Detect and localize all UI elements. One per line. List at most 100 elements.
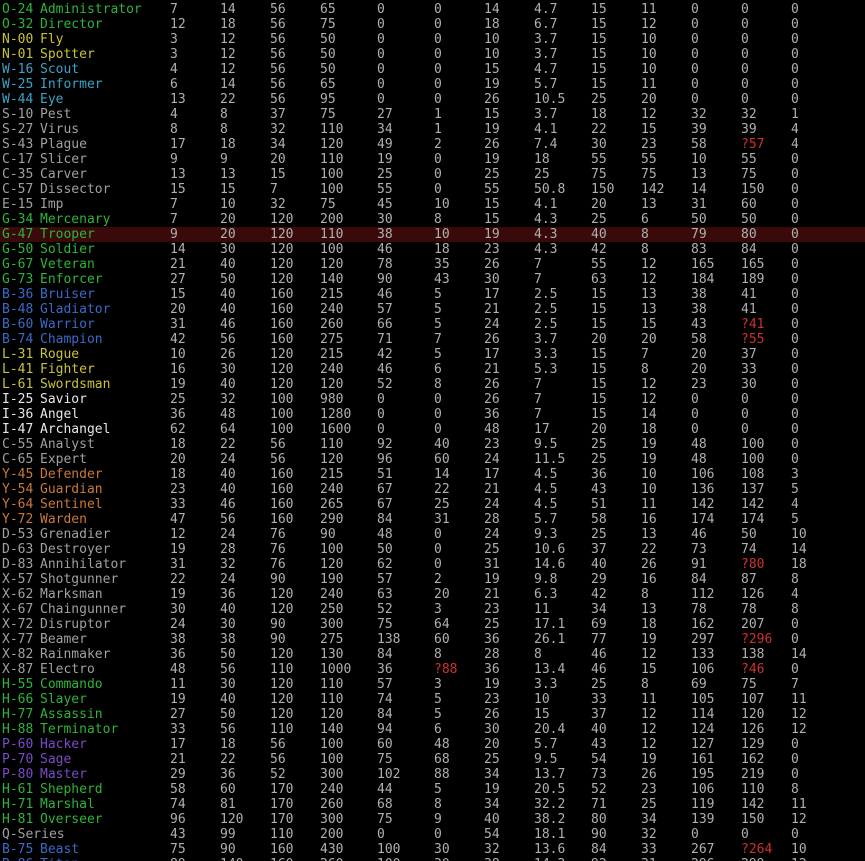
table-row[interactable]: O-32Director1218567500186.71512000 bbox=[0, 17, 865, 32]
table-row[interactable]: X-67Chaingunner3040120250523231134137878… bbox=[0, 602, 865, 617]
table-row[interactable]: C-17Slicer99201101901918555510550 bbox=[0, 152, 865, 167]
row-name: Rogue bbox=[40, 347, 170, 362]
row-code: B-60 bbox=[0, 317, 40, 332]
table-row[interactable]: I-25Savior2532100980002671512000 bbox=[0, 392, 865, 407]
table-row[interactable]: O-24Administrator714566500144.71511000 bbox=[0, 2, 865, 17]
row-value: 14 bbox=[220, 2, 270, 17]
table-row[interactable]: H-61Shepherd58601702404451920.5522310611… bbox=[0, 782, 865, 797]
table-row[interactable]: H-71Marshal74811702606883432.27125119142… bbox=[0, 797, 865, 812]
table-row[interactable]: P-80Master293652300102883413.77326195219… bbox=[0, 767, 865, 782]
table-row[interactable]: C-57Dissector151571005505550.81501421415… bbox=[0, 182, 865, 197]
table-row[interactable]: L-41Fighter1630120240466215.315820330 bbox=[0, 362, 865, 377]
row-value: 56 bbox=[270, 77, 320, 92]
row-value: 120 bbox=[270, 227, 320, 242]
table-row[interactable]: B-36Bruiser1540160215465172.5151338410 bbox=[0, 287, 865, 302]
table-row[interactable]: W-44Eye13225695002610.52520000 bbox=[0, 92, 865, 107]
table-row[interactable]: G-67Veteran2140120120783526755121651650 bbox=[0, 257, 865, 272]
table-row[interactable]: C-35Carver1313151002502525757513750 bbox=[0, 167, 865, 182]
row-code: C-35 bbox=[0, 167, 40, 182]
table-row[interactable]: B-86Titan89140160260100303814.2923129629… bbox=[0, 857, 865, 861]
table-row[interactable]: W-16Scout412565000154.71510000 bbox=[0, 62, 865, 77]
row-value: 161 bbox=[691, 752, 741, 767]
table-row[interactable]: G-50Soldier14301201004618234.342883840 bbox=[0, 242, 865, 257]
row-name: Fighter bbox=[40, 362, 170, 377]
row-value: 0 bbox=[434, 77, 484, 92]
table-row[interactable]: X-77Beamer383890275138603626.17719297?29… bbox=[0, 632, 865, 647]
table-row[interactable]: P-60Hacker1718561006048205.743121271290 bbox=[0, 737, 865, 752]
table-row[interactable]: X-82Rainmaker365012013084828846121331381… bbox=[0, 647, 865, 662]
row-value: 27 bbox=[377, 107, 434, 122]
table-row[interactable]: S-43Plague171834120492267.4302358?574 bbox=[0, 137, 865, 152]
table-row[interactable]: G-34Mercenary720120200308154.325650500 bbox=[0, 212, 865, 227]
table-row[interactable]: I-36Angel36481001280003671514000 bbox=[0, 407, 865, 422]
table-row[interactable]: C-65Expert20245612096602411.52519481000 bbox=[0, 452, 865, 467]
table-row[interactable]: H-88Terminator33561101409463020.44012124… bbox=[0, 722, 865, 737]
table-row[interactable]: L-31Rogue1026120215425173.315720370 bbox=[0, 347, 865, 362]
table-row[interactable]: X-57Shotgunner222490190572199.8291684878 bbox=[0, 572, 865, 587]
table-row[interactable]: E-15Imp71032754510154.1201331600 bbox=[0, 197, 865, 212]
row-value: 0 bbox=[691, 92, 741, 107]
row-value: 107 bbox=[741, 692, 791, 707]
table-row[interactable]: H-55Commando1130120110573193.325869757 bbox=[0, 677, 865, 692]
table-row[interactable]: I-47Archangel626410016000048172018000 bbox=[0, 422, 865, 437]
row-code: P-60 bbox=[0, 737, 40, 752]
row-value: 10 bbox=[641, 32, 691, 47]
row-value: 184 bbox=[691, 272, 741, 287]
table-row[interactable]: P-70Sage2122561007568259.554191611620 bbox=[0, 752, 865, 767]
row-name: Enforcer bbox=[40, 272, 170, 287]
table-row[interactable]: Y-45Defender18401602155114174.5361010610… bbox=[0, 467, 865, 482]
table-row[interactable]: Q-Series4399110200005418.19032000 bbox=[0, 827, 865, 842]
row-code: Y-45 bbox=[0, 467, 40, 482]
row-value: 14 bbox=[691, 182, 741, 197]
table-row[interactable]: D-83Annihilator3132761206203114.6402691?… bbox=[0, 557, 865, 572]
table-row[interactable]: S-10Pest483775271153.7181232321 bbox=[0, 107, 865, 122]
row-value: 7 bbox=[270, 182, 320, 197]
table-row[interactable]: H-77Assassin2750120120845261537121141201… bbox=[0, 707, 865, 722]
row-value: 48 bbox=[377, 527, 434, 542]
table-row[interactable]: B-48Gladiator2040160240575212.5151338410 bbox=[0, 302, 865, 317]
table-row[interactable]: Y-54Guardian23401602406722214.5431013613… bbox=[0, 482, 865, 497]
row-value: 56 bbox=[270, 32, 320, 47]
row-value: 55 bbox=[591, 152, 641, 167]
row-value: 56 bbox=[220, 662, 270, 677]
row-value: 62 bbox=[170, 422, 220, 437]
table-row[interactable]: C-55Analyst1822561109240239.52519481000 bbox=[0, 437, 865, 452]
row-value: 290 bbox=[320, 512, 377, 527]
table-row[interactable]: H-81Overseer961201703007594038.280341391… bbox=[0, 812, 865, 827]
table-row[interactable]: B-75Beast7590160430100303213.68433267?26… bbox=[0, 842, 865, 857]
row-value: 0 bbox=[791, 737, 821, 752]
row-code: L-31 bbox=[0, 347, 40, 362]
table-row[interactable]: Y-72Warden47561602908431285.758161741745 bbox=[0, 512, 865, 527]
row-value: 17.1 bbox=[534, 617, 591, 632]
row-value: 129 bbox=[741, 737, 791, 752]
row-value: 0 bbox=[377, 422, 434, 437]
table-row[interactable]: Y-64Sentinel33461602656725244.5511114214… bbox=[0, 497, 865, 512]
row-value: 0 bbox=[434, 62, 484, 77]
table-row[interactable]: N-01Spotter312565000103.71510000 bbox=[0, 47, 865, 62]
table-row[interactable]: B-74Champion4256160275717263.7202058?550 bbox=[0, 332, 865, 347]
row-code: N-01 bbox=[0, 47, 40, 62]
row-value: 13 bbox=[170, 92, 220, 107]
row-value: 46 bbox=[377, 242, 434, 257]
table-row[interactable]: S-27Virus8832110341194.1221539394 bbox=[0, 122, 865, 137]
row-value: 9 bbox=[170, 227, 220, 242]
table-row[interactable]: D-53Grenadier12247690480249.32513465010 bbox=[0, 527, 865, 542]
row-value: 52 bbox=[591, 782, 641, 797]
table-row[interactable]: G-73Enforcer2750120140904330763121841890 bbox=[0, 272, 865, 287]
table-row[interactable]: G-47Trooper9201201103810194.340879800 bbox=[0, 227, 865, 242]
table-row[interactable]: D-63Destroyer1928761005002510.6372273741… bbox=[0, 542, 865, 557]
table-row[interactable]: X-62Marksman19361202406320216.3428112126… bbox=[0, 587, 865, 602]
row-value: 71 bbox=[377, 332, 434, 347]
table-row[interactable]: N-00Fly312565000103.71510000 bbox=[0, 32, 865, 47]
table-row[interactable]: X-72Disruptor24309030075642517.169181622… bbox=[0, 617, 865, 632]
row-value: 100 bbox=[320, 242, 377, 257]
row-value: 0 bbox=[434, 407, 484, 422]
table-row[interactable]: H-66Slayer19401201107452310331110510711 bbox=[0, 692, 865, 707]
row-value: 15 bbox=[591, 2, 641, 17]
table-row[interactable]: B-60Warrior3146160260665242.5151543?410 bbox=[0, 317, 865, 332]
table-row[interactable]: L-61Swordsman1940120120528267151223300 bbox=[0, 377, 865, 392]
row-value: 8 bbox=[791, 782, 821, 797]
table-row[interactable]: X-87Electro4856110100036?883613.44615106… bbox=[0, 662, 865, 677]
table-row[interactable]: W-25Informer614566500195.71511000 bbox=[0, 77, 865, 92]
row-value: 0 bbox=[791, 242, 821, 257]
